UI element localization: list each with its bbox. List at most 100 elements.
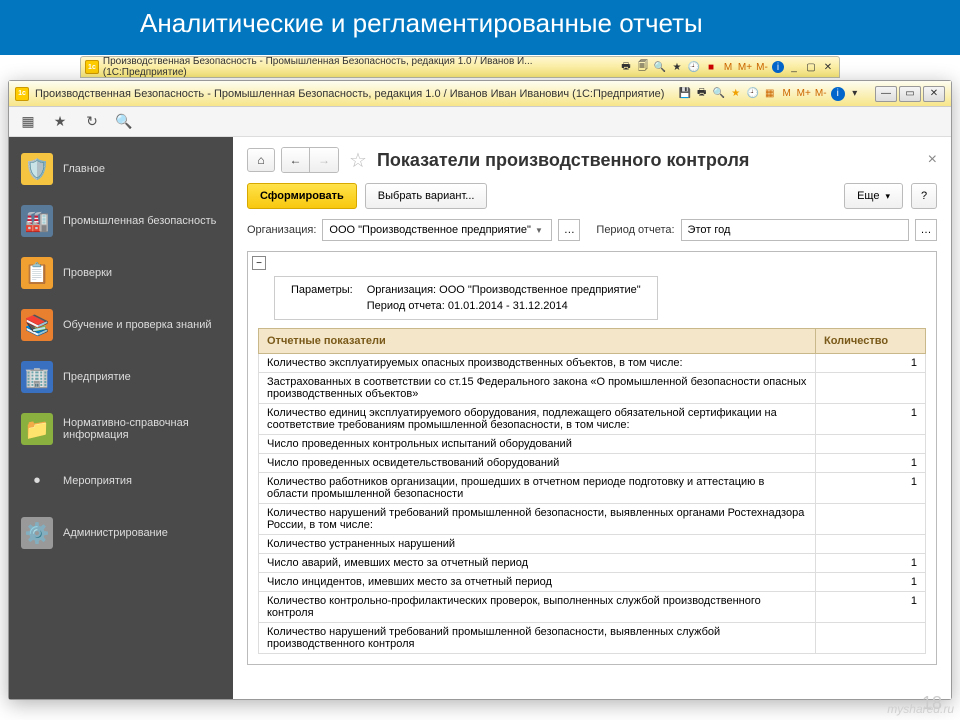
qty-cell: 1 [816, 454, 926, 473]
help-button[interactable]: ? [911, 183, 937, 209]
report-box: − Параметры: Организация: ООО "Производс… [247, 251, 937, 665]
sidebar-item[interactable]: 📁Нормативно-справочная информация [9, 403, 233, 455]
sidebar-item[interactable]: 🛡️Главное [9, 143, 233, 195]
params-org: Организация: ООО "Производственное предп… [361, 283, 647, 297]
tool-m-plus-icon[interactable]: M+ [797, 87, 811, 101]
sidebar-item[interactable]: 🏭Промышленная безопасность [9, 195, 233, 247]
indicator-cell: Число проведенных контрольных испытаний … [259, 435, 816, 454]
sidebar-item[interactable]: 📋 Проверки [9, 247, 233, 299]
indicator-cell: Количество контрольно-профилактических п… [259, 592, 816, 623]
maximize-icon[interactable]: ▢ [804, 60, 818, 74]
main-window: 1c Производственная Безопасность - Промы… [8, 80, 952, 700]
collapse-button[interactable]: − [252, 256, 266, 270]
qty-cell: 1 [816, 573, 926, 592]
generate-button[interactable]: Сформировать [247, 183, 357, 209]
maximize-button[interactable]: ▭ [899, 86, 921, 102]
period-label: Период отчета: [596, 224, 674, 236]
params-box: Параметры: Организация: ООО "Производств… [274, 276, 658, 320]
more-button[interactable]: Еще [844, 183, 903, 209]
table-row: Число проведенных контрольных испытаний … [259, 435, 926, 454]
tool-m-minus-icon[interactable]: M- [814, 87, 828, 101]
favorite-star-icon[interactable]: ☆ [349, 148, 367, 173]
sidebar-icon: 🏢 [21, 361, 53, 393]
tool-m-icon[interactable]: M [721, 60, 735, 74]
indicator-cell: Количество нарушений требований промышле… [259, 504, 816, 535]
table-row: Количество устраненных нарушений [259, 535, 926, 554]
slide-title: Аналитические и регламентированные отчет… [0, 0, 960, 55]
org-value: ООО "Производственное предприятие" [329, 224, 531, 236]
sidebar-item-label: Администрирование [63, 527, 168, 539]
preview-icon[interactable]: 🔍 [712, 87, 726, 101]
tool-icon[interactable]: ★ [670, 60, 684, 74]
sidebar-icon: 🛡️ [21, 153, 53, 185]
table-row: Число проведенных освидетельствований об… [259, 454, 926, 473]
forward-button[interactable]: → [310, 148, 338, 172]
minimize-icon[interactable]: _ [787, 60, 801, 74]
table-row: Число аварий, имевших место за отчетный … [259, 554, 926, 573]
close-tab-icon[interactable]: × [928, 151, 937, 169]
tool-m-plus-icon[interactable]: M+ [738, 60, 752, 74]
calc-icon[interactable]: ▦ [763, 87, 777, 101]
save-icon[interactable]: 💾 [678, 87, 692, 101]
page-title: Показатели производственного контроля [377, 150, 749, 171]
sidebar-icon: 📋 [21, 257, 53, 289]
indicator-cell: Число проведенных освидетельствований об… [259, 454, 816, 473]
history-icon[interactable]: 🕘 [746, 87, 760, 101]
dropdown-icon[interactable]: ▾ [848, 87, 862, 101]
sidebar-item-label: Проверки [63, 267, 112, 279]
search-icon[interactable]: 🔍 [115, 113, 133, 131]
org-label: Организация: [247, 224, 316, 236]
org-browse-button[interactable]: … [558, 219, 580, 241]
tool-icon[interactable]: 🕘 [687, 60, 701, 74]
logo-1c-icon: 1c [85, 60, 99, 74]
back-button[interactable]: ← [282, 148, 310, 172]
home-button[interactable]: ⌂ [247, 148, 275, 172]
col-indicator: Отчетные показатели [259, 329, 816, 354]
period-select[interactable]: Этот год [681, 219, 909, 241]
sidebar-item[interactable]: ⚙️Администрирование [9, 507, 233, 559]
info-icon[interactable]: i [831, 87, 845, 101]
indicator-cell: Количество единиц эксплуатируемого обору… [259, 404, 816, 435]
table-row: Количество эксплуатируемых опасных произ… [259, 354, 926, 373]
sidebar-item[interactable]: 🏢Предприятие [9, 351, 233, 403]
qty-cell [816, 373, 926, 404]
sidebar: 🛡️Главное🏭Промышленная безопасность 📋 Пров… [9, 137, 233, 699]
indicator-cell: Число инцидентов, имевших место за отчет… [259, 573, 816, 592]
table-row: Количество контрольно-профилактических п… [259, 592, 926, 623]
qty-cell: 1 [816, 473, 926, 504]
org-select[interactable]: ООО "Производственное предприятие" ▼ [322, 219, 552, 241]
table-row: Количество нарушений требований промышле… [259, 623, 926, 654]
indicator-cell: Застрахованных в соответствии со ст.15 Ф… [259, 373, 816, 404]
history-icon[interactable]: ↻ [83, 113, 101, 131]
sidebar-item-label: Промышленная безопасность [63, 215, 216, 227]
indicator-cell: Количество нарушений требований промышле… [259, 623, 816, 654]
qty-cell [816, 435, 926, 454]
print-icon[interactable]: 🖶 [695, 87, 709, 101]
apps-icon[interactable]: ▦ [19, 113, 37, 131]
star-icon[interactable]: ★ [51, 113, 69, 131]
tool-icon[interactable]: 🔍 [653, 60, 667, 74]
close-button[interactable]: ✕ [923, 86, 945, 102]
main-window-title: Производственная Безопасность - Промышле… [35, 88, 664, 100]
qty-cell [816, 535, 926, 554]
tool-icon[interactable]: 🗐 [636, 60, 650, 74]
sidebar-item-label: Мероприятия [63, 475, 132, 487]
outer-toolbar-icons: 🖶 🗐 🔍 ★ 🕘 ■ M M+ M- i _ ▢ ✕ [619, 60, 835, 74]
table-row: Количество работников организации, проше… [259, 473, 926, 504]
background-window: 1c Производственная Безопасность - Промы… [80, 56, 840, 78]
tool-m-minus-icon[interactable]: M- [755, 60, 769, 74]
tool-icon[interactable]: ■ [704, 60, 718, 74]
period-browse-button[interactable]: … [915, 219, 937, 241]
minimize-button[interactable]: — [875, 86, 897, 102]
close-icon[interactable]: ✕ [821, 60, 835, 74]
main-toolbar-icons: 💾 🖶 🔍 ★ 🕘 ▦ M M+ M- i ▾ [678, 87, 862, 101]
indicator-cell: Количество устраненных нарушений [259, 535, 816, 554]
tool-m-icon[interactable]: M [780, 87, 794, 101]
tool-icon[interactable]: 🖶 [619, 60, 633, 74]
sidebar-icon: 📚 [21, 309, 53, 341]
favorite-icon[interactable]: ★ [729, 87, 743, 101]
select-variant-button[interactable]: Выбрать вариант... [365, 183, 488, 209]
sidebar-item[interactable]: •Мероприятия [9, 455, 233, 507]
sidebar-item[interactable]: 📚Обучение и проверка знаний [9, 299, 233, 351]
info-icon[interactable]: i [772, 61, 784, 73]
